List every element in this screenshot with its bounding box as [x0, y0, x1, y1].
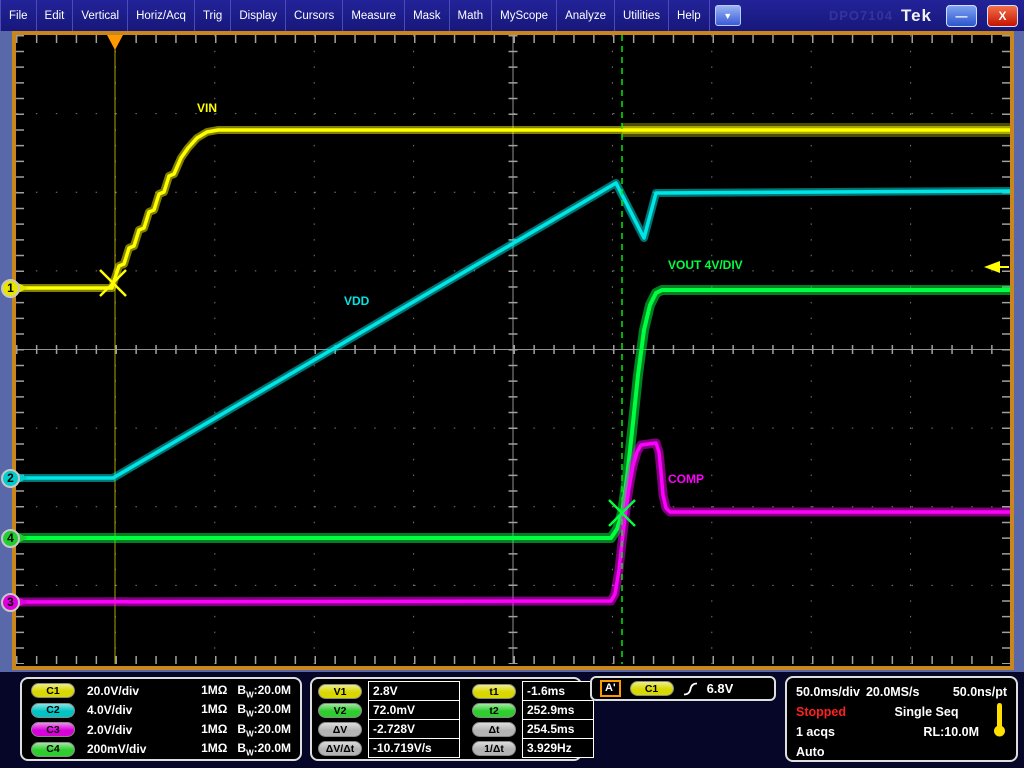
trigger-readout-box[interactable]: A' C1 6.8V	[590, 676, 776, 701]
cursor-value: 252.9ms	[522, 700, 594, 720]
cursor-readout-row: ΔV -2.728V	[318, 720, 460, 739]
minimize-button[interactable]: —	[946, 5, 977, 27]
acquisition-status: Stopped	[796, 705, 846, 719]
oscilloscope-screen: FileEditVerticalHoriz/AcqTrigDisplayCurs…	[0, 0, 1024, 768]
channel-marker-3[interactable]: 3	[1, 593, 20, 612]
channel-scale: 20.0V/div	[87, 684, 179, 698]
trigger-a-label: A'	[600, 680, 621, 697]
menu-item-trig[interactable]: Trig	[195, 0, 231, 31]
cursor-pill-t2: t2	[472, 703, 516, 718]
channel-badge-c1: C1	[31, 683, 75, 698]
channel-termination-bw: 1MΩBW:20.0M	[201, 702, 291, 718]
channel-settings-row[interactable]: C3 2.0V/div 1MΩBW:20.0M	[22, 720, 300, 740]
menu-item-mask[interactable]: Mask	[405, 0, 449, 31]
channel-termination-bw: 1MΩBW:20.0M	[201, 683, 291, 699]
menu-item-measure[interactable]: Measure	[343, 0, 405, 31]
channel-termination-bw: 1MΩBW:20.0M	[201, 741, 291, 757]
trigger-source-badge: C1	[630, 681, 674, 696]
cursor-value: -2.728V	[368, 719, 460, 739]
tek-logo: Tek	[901, 6, 932, 26]
channel-scale: 200mV/div	[87, 742, 179, 756]
menu-item-vertical[interactable]: Vertical	[73, 0, 128, 31]
sample-rate-value: 20.0MS/s	[866, 685, 920, 699]
cursor-readout-row: ΔV/Δt -10.719V/s	[318, 739, 460, 758]
model-label: DPO7104	[829, 8, 893, 23]
menu-bar: FileEditVerticalHoriz/AcqTrigDisplayCurs…	[0, 0, 1024, 31]
close-icon: X	[998, 9, 1006, 23]
menu-item-help[interactable]: Help	[669, 0, 710, 31]
record-length-value: RL:10.0M	[923, 725, 979, 739]
cursor-pill-1t: 1/Δt	[472, 741, 516, 756]
menu-item-file[interactable]: File	[0, 0, 37, 31]
menu-item-display[interactable]: Display	[231, 0, 286, 31]
cursor-pill-t1: t1	[472, 684, 516, 699]
channel-settings-row[interactable]: C1 20.0V/div 1MΩBW:20.0M	[22, 681, 300, 701]
graticule-frame	[12, 31, 1014, 670]
menu-item-utilities[interactable]: Utilities	[615, 0, 669, 31]
cursor-readout-row: V2 72.0mV	[318, 701, 460, 720]
rising-edge-icon	[683, 681, 698, 697]
channel-settings-row[interactable]: C4 200mV/div 1MΩBW:20.0M	[22, 740, 300, 760]
channel-scale: 4.0V/div	[87, 703, 179, 717]
menu-item-edit[interactable]: Edit	[37, 0, 74, 31]
cursor-pill-v2: V2	[318, 703, 362, 718]
channel-marker-4[interactable]: 4	[1, 529, 20, 548]
cursor-pill-t: Δt	[472, 722, 516, 737]
cursor-readout-row: t2 252.9ms	[472, 701, 594, 720]
menu-overflow-button[interactable]: ▼	[715, 5, 741, 26]
menu-item-analyze[interactable]: Analyze	[557, 0, 615, 31]
resolution-value: 50.0ns/pt	[953, 685, 1007, 699]
timebase-value: 50.0ms/div	[796, 685, 860, 699]
trigger-level-value: 6.8V	[707, 681, 734, 696]
cursor-pill-v1: V1	[318, 684, 362, 699]
menu-item-list: FileEditVerticalHoriz/AcqTrigDisplayCurs…	[0, 0, 710, 31]
minimize-icon: —	[956, 9, 968, 23]
channel-badge-c4: C4	[31, 742, 75, 757]
cursor-readout-box[interactable]: V1 2.8V V2 72.0mV ΔV -2.728V ΔV/Δt -10.719V/s t…	[310, 677, 582, 761]
channel-settings-box[interactable]: C1 20.0V/div 1MΩBW:20.0M C2 4.0V/div 1MΩBW:20…	[20, 677, 302, 761]
thermometer-icon	[993, 702, 1006, 738]
channel-marker-1[interactable]: 1	[1, 279, 20, 298]
menu-item-math[interactable]: Math	[450, 0, 493, 31]
cursor-readout-row: V1 2.8V	[318, 682, 460, 701]
cursor-value: -1.6ms	[522, 681, 594, 701]
titlebar-right: DPO7104 Tek — X	[829, 5, 1024, 27]
cursor-value: -10.719V/s	[368, 738, 460, 758]
cursor-value: 254.5ms	[522, 719, 594, 739]
cursor-time-column: t1 -1.6ms t2 252.9ms Δt 254.5ms 1/Δt 3.929Hz	[472, 682, 594, 756]
cursor-readout-row: t1 -1.6ms	[472, 682, 594, 701]
channel-badge-c2: C2	[31, 703, 75, 718]
acquisition-mode: Single Seq	[846, 705, 1007, 719]
channel-marker-2[interactable]: 2	[1, 469, 20, 488]
readout-panel: C1 20.0V/div 1MΩBW:20.0M C2 4.0V/div 1MΩBW:20…	[0, 672, 1024, 768]
close-button[interactable]: X	[987, 5, 1018, 27]
channel-termination-bw: 1MΩBW:20.0M	[201, 722, 291, 738]
channel-scale: 2.0V/div	[87, 723, 179, 737]
cursor-readout-row: 1/Δt 3.929Hz	[472, 739, 594, 758]
cursor-voltage-column: V1 2.8V V2 72.0mV ΔV -2.728V ΔV/Δt -10.719V/s	[318, 682, 460, 756]
channel-badge-c3: C3	[31, 722, 75, 737]
menu-item-cursors[interactable]: Cursors	[286, 0, 343, 31]
menu-item-myscope[interactable]: MyScope	[492, 0, 557, 31]
acquisition-count: 1 acqs	[796, 725, 835, 739]
menu-item-horiz-acq[interactable]: Horiz/Acq	[128, 0, 195, 31]
cursor-readout-row: Δt 254.5ms	[472, 720, 594, 739]
channel-settings-row[interactable]: C2 4.0V/div 1MΩBW:20.0M	[22, 701, 300, 721]
cursor-pill-vt: ΔV/Δt	[318, 741, 362, 756]
cursor-value: 2.8V	[368, 681, 460, 701]
cursor-value: 3.929Hz	[522, 738, 594, 758]
acquisition-readout-box[interactable]: 50.0ms/div 20.0MS/s 50.0ns/pt Stopped Si…	[785, 676, 1018, 762]
trigger-mode-value: Auto	[796, 745, 824, 759]
cursor-value: 72.0mV	[368, 700, 460, 720]
cursor-pill-v: ΔV	[318, 722, 362, 737]
chevron-down-icon: ▼	[723, 11, 732, 21]
